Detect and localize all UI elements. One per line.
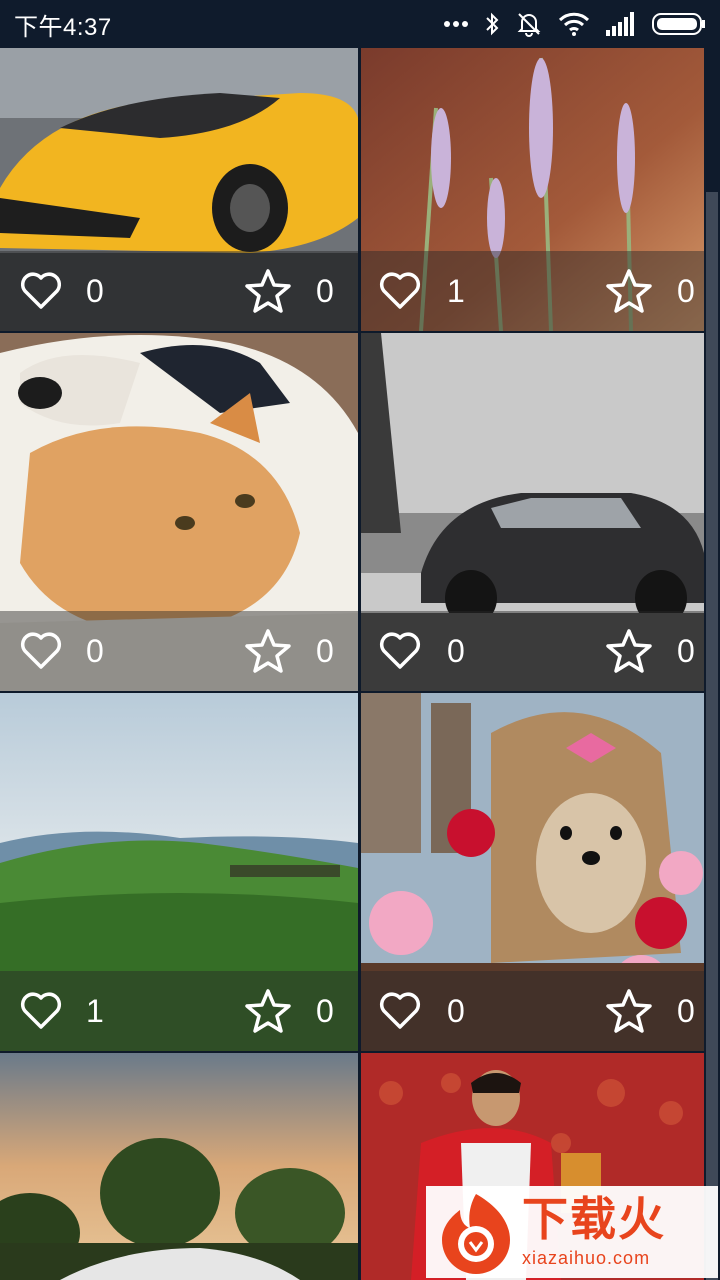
star-icon[interactable] [244,268,292,314]
bluetooth-icon [486,12,499,36]
image-card[interactable]: 1 0 [0,693,358,1051]
status-bar: 下午4:37 [0,0,720,48]
status-time: 下午4:37 [14,13,112,41]
battery-icon [652,13,705,35]
image-grid: 0 0 1 0 0 0 0 0 1 0 0 0 [0,48,720,1280]
star-icon[interactable] [244,628,292,674]
mute-icon [517,13,541,37]
app-root: 下午4:37 0 0 1 0 0 0 0 0 1 0 0 0 下载火 xiaza… [0,0,720,1280]
image-card[interactable]: 0 0 [361,333,704,691]
more-dots-icon [444,21,468,27]
scrollbar-thumb[interactable] [706,192,718,1280]
favorite-count: 0 [316,633,334,669]
like-count: 0 [86,273,104,309]
star-icon[interactable] [605,988,653,1034]
card-action-bar: 0 0 [0,611,358,691]
status-icons [444,11,706,37]
image-card[interactable]: 0 0 [0,48,358,331]
watermark-url: xiazaihuo.com [522,1247,651,1268]
card-action-bar: 1 0 [361,251,704,331]
like-count: 0 [86,633,104,669]
star-icon[interactable] [605,628,653,674]
like-count: 1 [86,993,104,1029]
image-card[interactable] [0,1053,358,1280]
card-action-bar: 0 0 [361,611,704,691]
star-icon[interactable] [244,988,292,1034]
heart-icon[interactable] [379,991,421,1031]
image-card[interactable]: 0 0 [361,693,704,1051]
favorite-count: 0 [316,273,334,309]
image-card[interactable]: 1 0 [361,48,704,331]
card-action-bar: 0 0 [361,971,704,1051]
favorite-count: 0 [677,633,695,669]
star-icon[interactable] [605,268,653,314]
heart-icon[interactable] [20,631,62,671]
signal-icon [606,12,634,36]
favorite-count: 0 [677,993,695,1029]
heart-icon[interactable] [379,631,421,671]
wifi-icon [558,12,590,36]
image-card[interactable]: 0 0 [0,333,358,691]
heart-icon[interactable] [379,271,421,311]
like-count: 1 [447,273,465,309]
favorite-count: 0 [677,273,695,309]
xiazaihuo-logo-icon [442,1194,510,1274]
watermark-text: 下载火 xiazaihuo.com [522,1196,666,1269]
like-count: 0 [447,633,465,669]
watermark: 下载火 xiazaihuo.com [426,1186,718,1278]
card-action-bar: 1 0 [0,971,358,1051]
card-action-bar: 0 0 [0,251,358,331]
like-count: 0 [447,993,465,1029]
favorite-count: 0 [316,993,334,1029]
heart-icon[interactable] [20,991,62,1031]
watermark-name: 下载火 [522,1191,666,1246]
scrollbar[interactable] [704,48,720,1280]
photo-trees-at-sunset[interactable] [0,1053,358,1280]
heart-icon[interactable] [20,271,62,311]
